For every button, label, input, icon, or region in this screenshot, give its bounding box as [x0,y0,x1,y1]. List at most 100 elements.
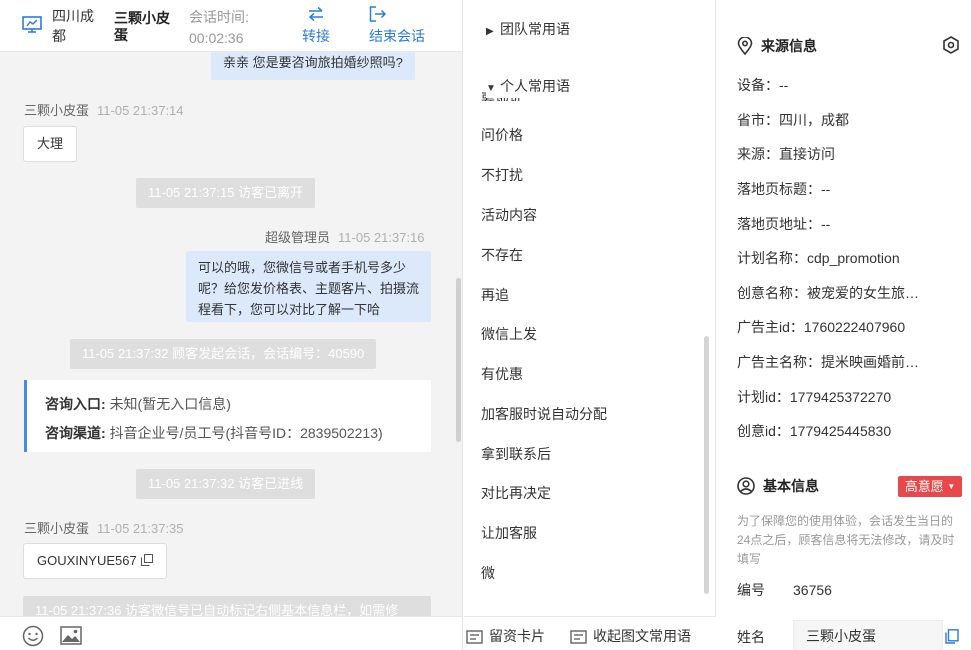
card-icon [466,630,483,644]
source-row-creative-id: 创意id：1779425445830 [737,423,892,439]
transfer-label: 转接 [302,28,330,44]
team-phrases-group[interactable]: ▶ 团队常用语 [486,17,570,41]
end-session-label: 结束会话 [369,28,425,44]
visitor-message-meta: 三颗小皮蛋 11-05 21:37:35 [24,518,184,537]
system-message: 11-05 21:37:15 访客已离开 [136,178,316,208]
transfer-icon [302,6,330,26]
user-circle-icon [737,477,755,495]
phrase-item[interactable]: 有优惠 [481,362,523,386]
transfer-button[interactable]: 转接 [302,6,330,46]
collapse-phrases-label: 收起图文常用语 [593,628,691,644]
channel-row: 咨询渠道: 抖音企业号/员工号(抖音号ID：2839502213) [45,419,413,448]
sender-name: 超级管理员 [265,230,331,245]
chat-toolbar [0,616,462,650]
phrase-item[interactable]: 让加客服 [481,521,537,545]
source-row-advertiser-id: 广告主id：1760222407960 [737,319,906,335]
session-time-value: 00:02:36 [189,30,244,46]
message-time: 11-05 21:37:16 [338,230,425,245]
caret-down-icon: ▼ [947,482,956,491]
number-label: 编号 [737,582,765,598]
source-row-creative-name: 创意名称：被宠爱的女生旅拍婚纱照 [737,285,927,301]
lead-card-button[interactable]: 留资卡片 [466,626,545,646]
chat-panel: 亲亲 您是要咨询旅拍婚纱照吗? 三颗小皮蛋 11-05 21:37:14 大理 1… [0,0,463,650]
monitor-icon [22,16,42,33]
system-message: 11-05 21:37:32 访客已进线 [136,469,316,499]
source-row-advertiser-name: 广告主名称：提米映画婚前影像 [737,354,927,370]
caret-right-icon: ▶ [486,26,494,37]
phrase-item[interactable]: 再追 [481,283,509,307]
system-message-text: 11-05 21:37:15 访客已离开 [148,185,304,200]
settings-hexagon-icon[interactable] [942,36,960,54]
visitor-name: 三颗小皮蛋 [114,10,170,43]
image-icon[interactable] [60,626,82,645]
source-row-device: 设备：-- [737,77,789,93]
visitor-info-panel: 来源信息 设备：-- 省市：四川，成都 来源：直接访问 落地页标题：-- 落地页… [716,0,971,650]
system-message: 11-05 21:37:32 顾客发起会话，会话编号：40590 [70,339,377,369]
source-info-title: 来源信息 [737,36,817,56]
agent-message-meta: 超级管理员 11-05 21:37:16 [265,227,425,246]
system-message-text: 11-05 21:37:32 顾客发起会话，会话编号：40590 [82,346,365,361]
basic-info-title: 基本信息 [737,476,819,496]
edit-notice: 为了保障您的使用体验，会话发生当日的24点之后，顾客信息将无法修改，请及时填写 [737,514,955,566]
message-time: 11-05 21:37:35 [97,521,184,536]
agent-message: 可以的哦，您微信号或者手机号多少呢？给您发价格表、主题客片、拍摄流程看下，您可以… [186,251,431,322]
phrase-item[interactable]: 活动内容 [481,203,537,227]
sender-name: 三颗小皮蛋 [24,521,90,536]
system-message-text: 11-05 21:37:32 访客已进线 [148,476,304,491]
location-pin-icon [737,36,753,56]
sender-name: 三颗小皮蛋 [24,103,90,118]
message-text: GOUXINYUE567 [37,553,137,568]
visitor-message-meta: 三颗小皮蛋 11-05 21:37:14 [24,100,184,119]
agent-message: 亲亲 您是要咨询旅拍婚纱照吗? [211,50,415,80]
chat-header: 四川成都 三颗小皮蛋 会话时间: 00:02:36 转接 结束会话 [0,0,462,52]
message-time: 11-05 21:37:14 [97,103,184,118]
chat-scrollbar[interactable] [456,278,461,442]
message-text: 可以的哦，您微信号或者手机号多少呢？给您发价格表、主题客片、拍摄流程看下，您可以… [198,260,420,317]
number-value: 36756 [793,582,832,598]
source-row-plan-name: 计划名称：cdp_promotion [737,250,900,266]
name-field[interactable]: 三颗小皮蛋 [793,620,943,650]
end-session-button[interactable]: 结束会话 [369,6,425,46]
source-row-landing-title: 落地页标题：-- [737,181,831,197]
entry-info-card: 咨询入口: 未知(暂无入口信息) 咨询渠道: 抖音企业号/员工号(抖音号ID：2… [24,380,431,452]
phrase-item[interactable]: 加客服时说自动分配 [481,402,607,426]
list-icon [570,630,587,644]
emoji-icon[interactable] [22,625,44,647]
entry-value: 未知(暂无入口信息) [109,396,231,412]
session-time-label: 会话时间: [189,9,249,25]
visitor-location: 四川成都 [52,8,94,44]
entry-label: 咨询入口: [45,396,106,412]
intent-level-label: 高意愿 [904,479,944,494]
message-text: 亲亲 您是要咨询旅拍婚纱照吗? [223,55,403,70]
personal-phrases-group[interactable]: ▼ 个人常用语 [486,74,576,98]
message-text: 大理 [37,136,64,151]
phrase-item[interactable]: 微 [481,561,495,585]
exit-icon [369,6,425,26]
source-row-landing-url: 落地页地址：-- [737,216,831,232]
phrases-scrollbar[interactable] [704,336,709,594]
lead-card-label: 留资卡片 [489,628,545,644]
phrase-item[interactable]: 不打扰 [481,163,523,187]
entry-row: 咨询入口: 未知(暂无入口信息) [45,390,413,419]
phrase-item[interactable]: 对比再决定 [481,481,551,505]
section-label: 来源信息 [761,38,817,54]
visitor-message: 大理 [23,126,78,162]
collapse-phrases-button[interactable]: 收起图文常用语 [570,626,691,646]
channel-label: 咨询渠道: [45,425,106,441]
section-label: 基本信息 [763,478,819,494]
phrase-item[interactable]: 拿到联系后 [481,442,551,466]
channel-value: 抖音企业号/员工号(抖音号ID：2839502213) [109,425,383,441]
phrase-item[interactable]: 问价格 [481,123,523,147]
caret-down-icon: ▼ [486,83,496,94]
source-row-source: 来源：直接访问 [737,146,835,162]
name-label: 姓名 [737,629,765,645]
phrase-item[interactable]: 不存在 [481,243,523,267]
intent-level-dropdown[interactable]: 高意愿 ▼ [898,476,962,497]
source-row-province: 省市：四川，成都 [737,112,849,128]
copy-icon[interactable] [141,554,154,566]
group-label: 团队常用语 [500,21,570,37]
source-row-plan-id: 计划id：1779425372270 [737,389,892,405]
copy-icon[interactable] [945,629,959,644]
phrases-panel: ▶团队常用语 要地址 ▼个人常用语 问价格 不打扰 活动内容 不存在 再追 微信… [464,0,716,650]
phrase-item[interactable]: 微信上发 [481,322,537,346]
